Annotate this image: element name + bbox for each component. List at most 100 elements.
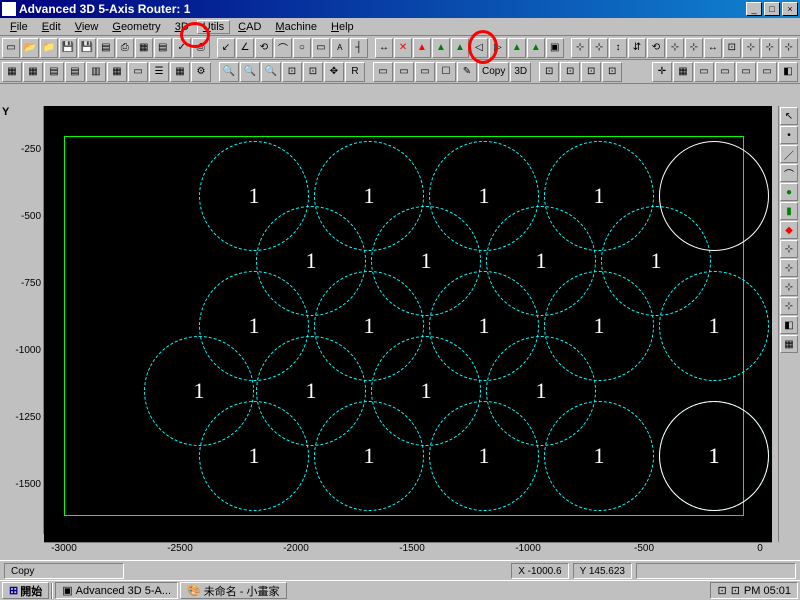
edit1-icon[interactable]: ↙ bbox=[217, 38, 235, 58]
side-cursor-icon[interactable]: ↖ bbox=[780, 107, 798, 125]
v2-icon[interactable]: ⊡ bbox=[560, 62, 580, 82]
zoom-win-icon[interactable]: ⊡ bbox=[303, 62, 323, 82]
tray-icon-2[interactable]: ⊡ bbox=[731, 584, 740, 597]
view1-icon[interactable]: ▭ bbox=[694, 62, 714, 82]
t1-icon[interactable]: ⊹ bbox=[571, 38, 589, 58]
tool-icon[interactable]: ⚙ bbox=[191, 62, 211, 82]
menu-file[interactable]: File bbox=[4, 20, 34, 34]
sel2-icon[interactable]: ▭ bbox=[394, 62, 414, 82]
menu-utils[interactable]: Utils bbox=[197, 20, 230, 34]
t4-icon[interactable]: ⇵ bbox=[628, 38, 646, 58]
side-tool2-icon[interactable]: ⊹ bbox=[780, 259, 798, 277]
geometry-circle-selected[interactable] bbox=[659, 141, 769, 251]
menu-machine[interactable]: Machine bbox=[269, 20, 323, 34]
side-point-icon[interactable]: • bbox=[780, 126, 798, 144]
zoom3-icon[interactable]: 🔍 bbox=[261, 62, 281, 82]
new-icon[interactable]: ▭ bbox=[2, 38, 20, 58]
menu-edit[interactable]: Edit bbox=[36, 20, 67, 34]
start-button[interactable]: ⊞ 開始 bbox=[2, 582, 49, 599]
edit2-icon[interactable]: ∠ bbox=[236, 38, 254, 58]
side-line-icon[interactable]: ／ bbox=[780, 145, 798, 163]
open2-icon[interactable]: 📁 bbox=[40, 38, 58, 58]
view3-icon[interactable]: ▭ bbox=[736, 62, 756, 82]
print2-icon[interactable]: ⎙ bbox=[192, 38, 210, 58]
side-arc-icon[interactable]: ⌒ bbox=[780, 164, 798, 182]
sel-icon[interactable]: ▭ bbox=[373, 62, 393, 82]
menu-view[interactable]: View bbox=[69, 20, 105, 34]
zoom-fit-icon[interactable]: ⊡ bbox=[282, 62, 302, 82]
open-icon[interactable]: 📂 bbox=[21, 38, 39, 58]
up-green2-icon[interactable]: ▲ bbox=[451, 38, 469, 58]
grid6-icon[interactable]: ▦ bbox=[107, 62, 127, 82]
view4-icon[interactable]: ▭ bbox=[757, 62, 777, 82]
menu-3d[interactable]: 3D bbox=[169, 20, 195, 34]
grid2-icon[interactable]: ▦ bbox=[23, 62, 43, 82]
t9-icon[interactable]: ⊡ bbox=[723, 38, 741, 58]
pan-icon[interactable]: ✥ bbox=[324, 62, 344, 82]
axis-icon[interactable]: ✛ bbox=[652, 62, 672, 82]
save2-icon[interactable]: 💾 bbox=[78, 38, 96, 58]
next-icon[interactable]: ▷ bbox=[489, 38, 507, 58]
t11-icon[interactable]: ⊹ bbox=[761, 38, 779, 58]
side-tool3-icon[interactable]: ⊹ bbox=[780, 278, 798, 296]
dim-icon[interactable]: ┤ bbox=[350, 38, 368, 58]
side-tool5-icon[interactable]: ◧ bbox=[780, 316, 798, 334]
save-icon[interactable]: 💾 bbox=[59, 38, 77, 58]
layer2-icon[interactable]: ☰ bbox=[149, 62, 169, 82]
select-icon[interactable]: ✓ bbox=[173, 38, 191, 58]
menu-geometry[interactable]: Geometry bbox=[106, 20, 166, 34]
doc-icon[interactable]: ▦ bbox=[135, 38, 153, 58]
sel4-icon[interactable]: ☐ bbox=[436, 62, 456, 82]
side-circle-icon[interactable]: ● bbox=[780, 183, 798, 201]
menu-help[interactable]: Help bbox=[325, 20, 360, 34]
v1-icon[interactable]: ⊡ bbox=[539, 62, 559, 82]
maximize-button[interactable]: □ bbox=[764, 2, 780, 16]
t2-icon[interactable]: ⊹ bbox=[590, 38, 608, 58]
doc2-icon[interactable]: ▤ bbox=[154, 38, 172, 58]
copy-button[interactable]: Copy bbox=[478, 62, 509, 82]
t5-icon[interactable]: ⟲ bbox=[647, 38, 665, 58]
t7-icon[interactable]: ⊹ bbox=[685, 38, 703, 58]
geometry-circle[interactable]: 1 bbox=[659, 271, 769, 381]
geometry-circle-selected[interactable]: 1 bbox=[659, 401, 769, 511]
edit3-icon[interactable]: ⟲ bbox=[255, 38, 273, 58]
side-tool6-icon[interactable]: ▦ bbox=[780, 335, 798, 353]
grid3-icon[interactable]: ▤ bbox=[44, 62, 64, 82]
taskbar-item-2[interactable]: 🎨 未命名 - 小畫家 bbox=[180, 582, 286, 599]
props-icon[interactable]: ▤ bbox=[97, 38, 115, 58]
side-rect-icon[interactable]: ▮ bbox=[780, 202, 798, 220]
draw-icon[interactable]: ✎ bbox=[457, 62, 477, 82]
up-red-icon[interactable]: ▲ bbox=[413, 38, 431, 58]
grid4-icon[interactable]: ▤ bbox=[65, 62, 85, 82]
curve-icon[interactable]: ⌒ bbox=[274, 38, 292, 58]
t12-icon[interactable]: ⊹ bbox=[780, 38, 798, 58]
play2-icon[interactable]: ▲ bbox=[527, 38, 545, 58]
geometry-circle[interactable]: 1 bbox=[314, 401, 424, 511]
t8-icon[interactable]: ↔ bbox=[704, 38, 722, 58]
view2-icon[interactable]: ▭ bbox=[715, 62, 735, 82]
zoom-icon[interactable]: 🔍 bbox=[219, 62, 239, 82]
print-icon[interactable]: ⎙ bbox=[116, 38, 134, 58]
prev-icon[interactable]: ◁ bbox=[470, 38, 488, 58]
side-tool4-icon[interactable]: ⊹ bbox=[780, 297, 798, 315]
geometry-circle[interactable]: 1 bbox=[544, 401, 654, 511]
zoom2-icon[interactable]: 🔍 bbox=[240, 62, 260, 82]
sel3-icon[interactable]: ▭ bbox=[415, 62, 435, 82]
t6-icon[interactable]: ⊹ bbox=[666, 38, 684, 58]
layer-icon[interactable]: ▭ bbox=[128, 62, 148, 82]
layer3-icon[interactable]: ▦ bbox=[170, 62, 190, 82]
system-tray[interactable]: ⊡ ⊡ PM 05:01 bbox=[710, 582, 798, 599]
step-icon[interactable]: ▣ bbox=[546, 38, 564, 58]
text-icon[interactable]: A bbox=[331, 38, 349, 58]
up-green-icon[interactable]: ▲ bbox=[432, 38, 450, 58]
drawing-canvas[interactable]: 11111111111111111111111 bbox=[44, 106, 772, 542]
v3-icon[interactable]: ⊡ bbox=[581, 62, 601, 82]
grid1-icon[interactable]: ▦ bbox=[2, 62, 22, 82]
minimize-button[interactable]: _ bbox=[746, 2, 762, 16]
reset-icon[interactable]: R bbox=[345, 62, 365, 82]
geometry-circle[interactable]: 1 bbox=[429, 401, 539, 511]
taskbar-item-1[interactable]: ▣ Advanced 3D 5-A... bbox=[55, 582, 178, 599]
t10-icon[interactable]: ⊹ bbox=[742, 38, 760, 58]
play-icon[interactable]: ▲ bbox=[508, 38, 526, 58]
close-button[interactable]: × bbox=[782, 2, 798, 16]
